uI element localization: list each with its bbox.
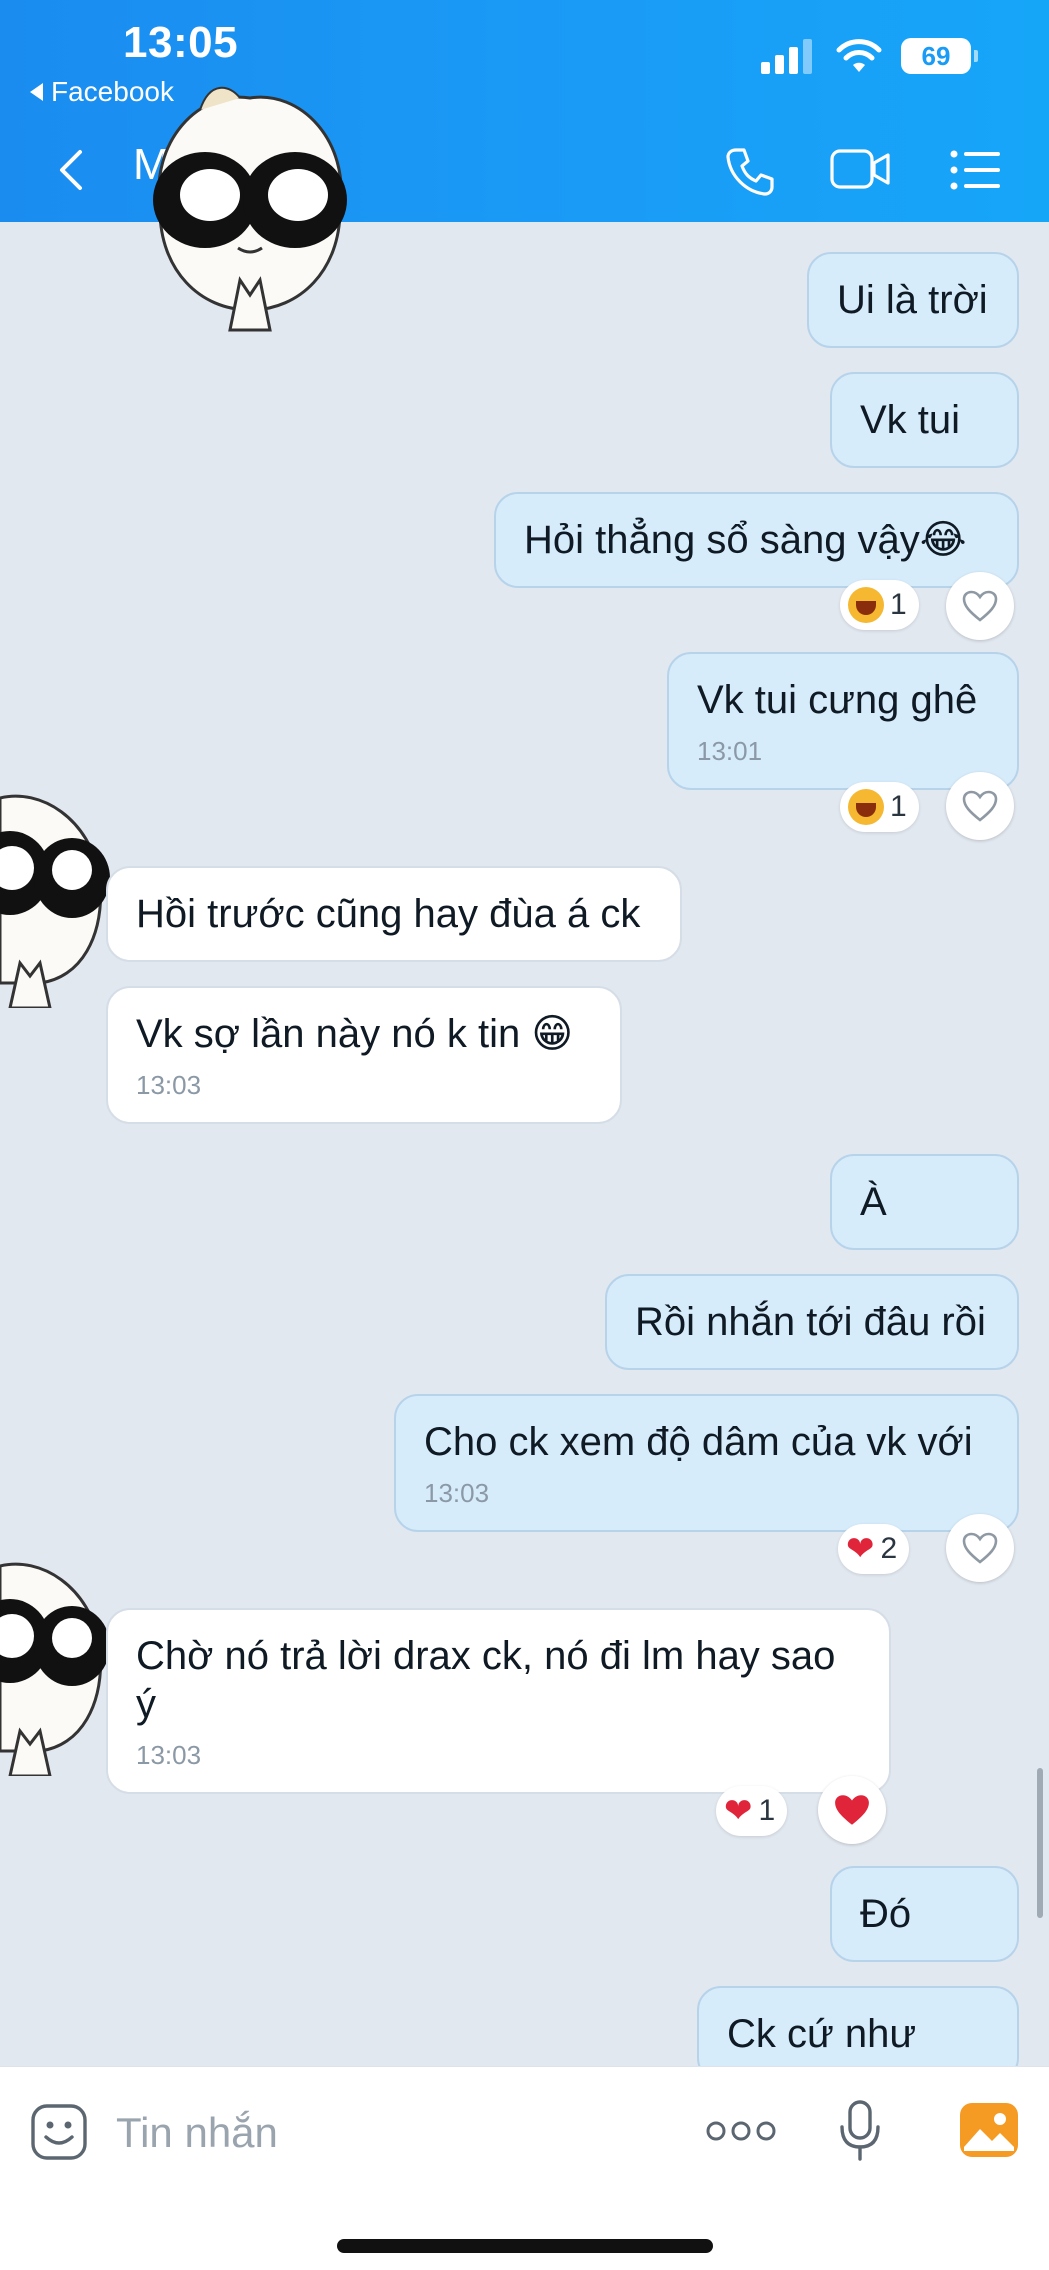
signal-icon bbox=[761, 39, 812, 74]
message-text: Rồi nhắn tới đâu rồi bbox=[635, 1300, 986, 1344]
scrollbar[interactable] bbox=[1037, 1768, 1043, 1918]
message-bubble-incoming[interactable]: Chờ nó trả lời drax ck, nó đi lm hay sao… bbox=[106, 1608, 891, 1794]
message-text: Ui là trời bbox=[837, 278, 988, 322]
heart-outline-icon bbox=[962, 790, 998, 822]
message-input[interactable]: Tin nhắn bbox=[116, 2109, 278, 2157]
message-text: Hồi trước cũng hay đùa á ck bbox=[136, 892, 641, 936]
message-bubble-outgoing[interactable]: Vk tui cưng ghê 13:01 bbox=[667, 652, 1019, 790]
sticker-icon[interactable] bbox=[30, 2103, 88, 2161]
message-text: À bbox=[860, 1180, 887, 1224]
back-icon[interactable] bbox=[56, 148, 86, 192]
message-timestamp: 13:03 bbox=[424, 1478, 490, 1508]
reaction-badge[interactable]: ❤ 2 bbox=[838, 1524, 910, 1574]
contact-avatar-sticker[interactable] bbox=[140, 80, 360, 340]
message-text: Đó bbox=[860, 1892, 912, 1936]
message-timestamp: 13:01 bbox=[697, 736, 763, 766]
message-bubble-outgoing[interactable]: Đó bbox=[830, 1866, 1019, 1962]
reaction-badge[interactable]: 1 bbox=[840, 782, 919, 832]
wifi-icon bbox=[836, 39, 882, 72]
message-text: Hỏi thẳng sổ sàng vậy😂 bbox=[524, 518, 967, 562]
message-bubble-outgoing[interactable]: Hỏi thẳng sổ sàng vậy😂 bbox=[494, 492, 1019, 588]
message-text: Vk tui bbox=[860, 398, 961, 442]
reaction-count: 2 bbox=[880, 1532, 898, 1565]
message-bubble-outgoing[interactable]: Ui là trời bbox=[807, 252, 1019, 348]
laugh-emoji-icon bbox=[848, 587, 884, 623]
reaction-count: 1 bbox=[890, 588, 907, 621]
message-input-bar: Tin nhắn bbox=[0, 2066, 1049, 2270]
reaction-count: 1 bbox=[758, 1794, 776, 1827]
message-bubble-incoming[interactable]: Vk sợ lần này nó k tin 😁 13:03 bbox=[106, 986, 622, 1124]
reaction-count: 1 bbox=[890, 790, 907, 823]
reaction-badge[interactable]: 1 bbox=[840, 580, 919, 630]
heart-emoji-icon: ❤ bbox=[724, 1792, 753, 1830]
like-button[interactable] bbox=[946, 772, 1014, 840]
menu-icon[interactable] bbox=[950, 150, 1002, 190]
heart-outline-icon bbox=[962, 590, 998, 622]
gallery-icon[interactable] bbox=[958, 2101, 1020, 2159]
message-text: Vk sợ lần này nó k tin 😁 bbox=[136, 1012, 574, 1056]
sender-avatar-sticker[interactable] bbox=[0, 1526, 112, 1776]
like-button-active[interactable] bbox=[818, 1776, 886, 1844]
video-icon[interactable] bbox=[830, 146, 892, 192]
message-bubble-outgoing[interactable]: Cho ck xem độ dâm của vk với 13:03 bbox=[394, 1394, 1019, 1532]
heart-emoji-icon: ❤ bbox=[846, 1530, 875, 1568]
status-time: 13:05 bbox=[123, 18, 239, 67]
message-text: Vk tui cưng ghê bbox=[697, 678, 978, 722]
phone-icon[interactable] bbox=[724, 146, 776, 198]
status-icons: 69 bbox=[761, 38, 978, 74]
sender-avatar-sticker[interactable] bbox=[0, 758, 112, 1008]
back-triangle-icon bbox=[30, 83, 43, 101]
message-bubble-outgoing[interactable]: À bbox=[830, 1154, 1019, 1250]
like-button[interactable] bbox=[946, 1514, 1014, 1582]
heart-filled-icon bbox=[835, 1795, 869, 1825]
message-bubble-incoming[interactable]: Hồi trước cũng hay đùa á ck bbox=[106, 866, 682, 962]
battery-indicator: 69 bbox=[901, 38, 978, 74]
laugh-emoji-icon bbox=[848, 789, 884, 825]
message-timestamp: 13:03 bbox=[136, 1740, 202, 1770]
more-icon[interactable] bbox=[706, 2119, 776, 2143]
reaction-badge[interactable]: ❤ 1 bbox=[716, 1786, 788, 1836]
message-text: Cho ck xem độ dâm của vk với bbox=[424, 1420, 973, 1464]
microphone-icon[interactable] bbox=[838, 2099, 882, 2163]
message-timestamp: 13:03 bbox=[136, 1070, 202, 1100]
message-bubble-outgoing[interactable]: Vk tui bbox=[830, 372, 1019, 468]
message-text: Chờ nó trả lời drax ck, nó đi lm hay sao… bbox=[136, 1634, 836, 1726]
home-indicator bbox=[337, 2239, 713, 2253]
heart-outline-icon bbox=[962, 1532, 998, 1564]
like-button[interactable] bbox=[946, 572, 1014, 640]
message-bubble-outgoing[interactable]: Rồi nhắn tới đâu rồi bbox=[605, 1274, 1019, 1370]
